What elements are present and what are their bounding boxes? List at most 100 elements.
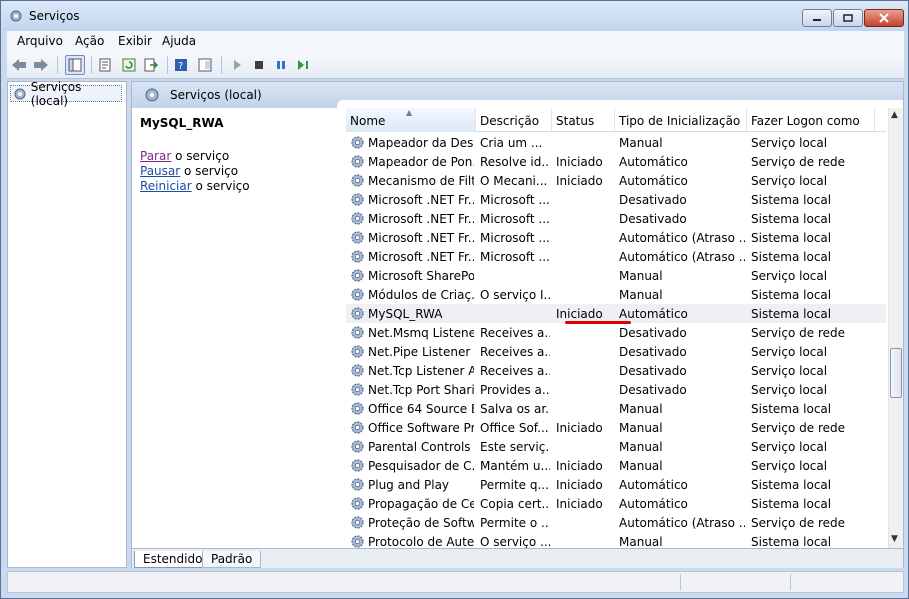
- service-logon-cell: Serviço local: [751, 345, 828, 359]
- table-row[interactable]: Microsoft .NET Fr... Microsoft ... Automát…: [346, 247, 886, 266]
- service-gear-icon: [351, 402, 364, 415]
- restart-service-button[interactable]: [293, 55, 313, 75]
- tab-estendido[interactable]: Estendido: [134, 551, 212, 568]
- table-row[interactable]: Microsoft .NET Fr... Microsoft ... Desativ…: [346, 190, 886, 209]
- service-logon-cell: Serviço local: [751, 459, 828, 473]
- service-name-cell: Mapeador da Des...: [368, 136, 474, 150]
- service-description-panel: MySQL_RWA Parar o serviço Pausar o servi…: [132, 108, 342, 548]
- service-gear-icon: [351, 307, 364, 320]
- action-restart-text: o serviço: [191, 179, 250, 193]
- service-description-cell: Microsoft ...: [480, 193, 550, 207]
- service-logon-cell: Sistema local: [751, 193, 832, 207]
- maximize-button[interactable]: [833, 9, 863, 27]
- service-status-cell: Iniciado: [556, 497, 603, 511]
- service-gear-icon: [351, 497, 364, 510]
- export-list-button[interactable]: [141, 55, 161, 75]
- table-row[interactable]: Pesquisador de C... Mantém u... Iniciado Ma…: [346, 456, 886, 475]
- column-nome[interactable]: ▲ Nome: [346, 108, 476, 132]
- table-row[interactable]: Net.Tcp Port Shari... Provides a... Desati…: [346, 380, 886, 399]
- service-name-cell: Net.Tcp Port Shari...: [368, 383, 474, 397]
- stop-service-button[interactable]: [249, 55, 269, 75]
- table-row[interactable]: Mapeador de Pon... Resolve id... Iniciado A…: [346, 152, 886, 171]
- table-row[interactable]: Mecanismo de Filt... O Mecani... Iniciado A…: [346, 171, 886, 190]
- restart-icon: [298, 60, 308, 70]
- service-description-cell: Resolve id...: [480, 155, 550, 169]
- table-row[interactable]: Office 64 Source E... Salva os ar... Manua…: [346, 399, 886, 418]
- pause-service-link[interactable]: Pausar: [140, 164, 180, 178]
- service-description-cell: Receives a...: [480, 326, 550, 340]
- table-row[interactable]: Office Software Pr... Office Sof... Inicia…: [346, 418, 886, 437]
- service-gear-icon: [351, 155, 364, 168]
- menu-acao[interactable]: Ação: [75, 34, 104, 48]
- scroll-thumb[interactable]: [890, 348, 902, 398]
- service-name-cell: Pesquisador de C...: [368, 459, 474, 473]
- console-tree-button[interactable]: [65, 55, 85, 75]
- service-name-cell: Mecanismo de Filt...: [368, 174, 474, 188]
- table-row[interactable]: Net.Msmq Listene... Receives a... Desativa…: [346, 323, 886, 342]
- table-row[interactable]: Proteção de Softw... Permite o ... Automát…: [346, 513, 886, 532]
- service-status-cell: Iniciado: [556, 307, 603, 321]
- table-row[interactable]: Plug and Play Permite q... Iniciado Automát…: [346, 475, 886, 494]
- service-status-cell: [556, 535, 614, 548]
- service-startup-cell: Manual: [619, 459, 663, 473]
- table-row[interactable]: Microsoft .NET Fr... Microsoft ... Automát…: [346, 228, 886, 247]
- column-fazer-logon[interactable]: Fazer Logon como: [747, 108, 875, 132]
- menu-bar: Arquivo Ação Exibir Ajuda: [7, 31, 904, 51]
- start-service-button[interactable]: [227, 55, 247, 75]
- show-hide-pane-button[interactable]: [195, 55, 215, 75]
- tree-item-services-local[interactable]: Serviços (local): [10, 80, 122, 108]
- table-row[interactable]: Propagação de Ce... Copia cert... Iniciado…: [346, 494, 886, 513]
- back-button[interactable]: [9, 55, 29, 75]
- service-description-cell: Office Sof...: [480, 421, 549, 435]
- minimize-button[interactable]: [802, 9, 832, 27]
- column-tipo-inicializacao[interactable]: Tipo de Inicialização: [615, 108, 747, 132]
- menu-arquivo[interactable]: Arquivo: [17, 34, 63, 48]
- table-row[interactable]: Protocolo de Aute... O serviço ... Manual S…: [346, 532, 886, 548]
- service-description-cell: Cria um ...: [480, 136, 543, 150]
- close-icon: [879, 13, 889, 23]
- action-stop-line: Parar o serviço: [140, 149, 229, 163]
- service-status-cell: [556, 250, 614, 265]
- menu-exibir[interactable]: Exibir: [118, 34, 152, 48]
- table-row[interactable]: MySQL_RWA Iniciado Automático Sistema local: [346, 304, 886, 324]
- window-title: Serviços: [29, 9, 80, 23]
- service-status-cell: [556, 193, 614, 208]
- forward-button[interactable]: [31, 55, 51, 75]
- title-bar[interactable]: Serviços: [1, 1, 908, 31]
- service-description-cell: Este serviç...: [480, 440, 550, 454]
- restart-service-link[interactable]: Reiniciar: [140, 179, 192, 193]
- service-name-cell: Office Software Pr...: [368, 421, 474, 435]
- service-status-cell: Iniciado: [556, 421, 603, 435]
- table-row[interactable]: Microsoft .NET Fr... Microsoft ... Desativ…: [346, 209, 886, 228]
- table-row[interactable]: Parental Controls Este serviç... Manual Ser…: [346, 437, 886, 456]
- pane-header: Serviços (local): [132, 82, 903, 108]
- properties-icon: [99, 58, 111, 72]
- maximize-icon: [843, 14, 853, 22]
- back-arrow-icon: [12, 59, 26, 71]
- pause-service-button[interactable]: [271, 55, 291, 75]
- help-button[interactable]: ?: [171, 55, 191, 75]
- view-tabs: Estendido Padrão: [132, 548, 903, 568]
- properties-button[interactable]: [95, 55, 115, 75]
- table-row[interactable]: Mapeador da Des... Cria um ... Manual Servi…: [346, 133, 886, 152]
- action-restart-line: Reiniciar o serviço: [140, 179, 250, 193]
- service-logon-cell: Sistema local: [751, 478, 832, 492]
- minimize-icon: [813, 19, 821, 21]
- service-status-cell: [556, 516, 614, 531]
- scroll-down-icon[interactable]: ▼: [891, 534, 898, 544]
- menu-ajuda[interactable]: Ajuda: [162, 34, 196, 48]
- stop-service-link[interactable]: Parar: [140, 149, 171, 163]
- table-row[interactable]: Microsoft SharePo... Manual Serviço local: [346, 266, 886, 285]
- vertical-scrollbar[interactable]: ▲ ▼: [888, 108, 903, 548]
- tab-padrao[interactable]: Padrão: [202, 551, 262, 568]
- column-status[interactable]: Status: [552, 108, 615, 132]
- column-status-label: Status: [556, 114, 595, 128]
- service-status-cell: [556, 212, 614, 227]
- table-row[interactable]: Net.Pipe Listener ... Receives a... Desati…: [346, 342, 886, 361]
- column-descricao[interactable]: Descrição: [476, 108, 552, 132]
- refresh-button[interactable]: [119, 55, 139, 75]
- scroll-up-icon[interactable]: ▲: [891, 110, 898, 120]
- table-row[interactable]: Módulos de Criaç... O serviço I... Manual S…: [346, 285, 886, 304]
- close-button[interactable]: [864, 9, 904, 27]
- table-row[interactable]: Net.Tcp Listener A... Receives a... Desati…: [346, 361, 886, 380]
